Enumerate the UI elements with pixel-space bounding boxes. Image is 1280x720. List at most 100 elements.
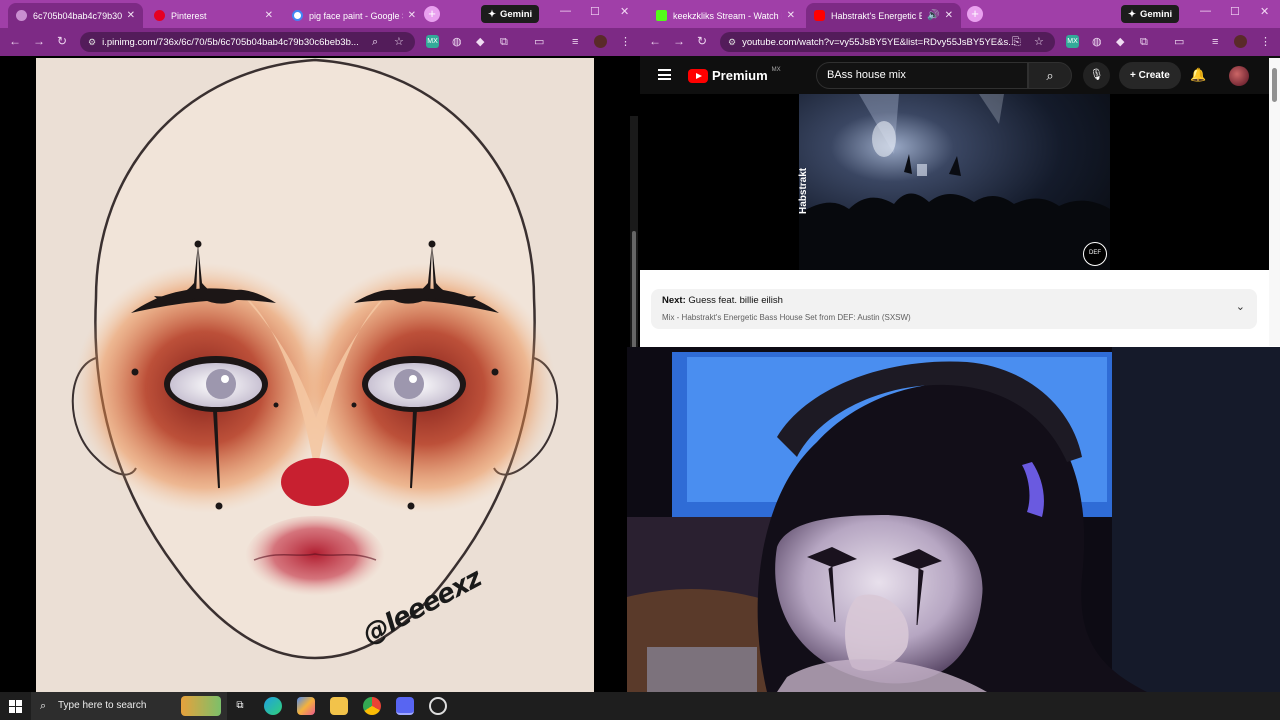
copilot-icon[interactable] [297,697,315,715]
close-icon[interactable]: ✕ [787,10,795,21]
address-bar[interactable]: ⚙ youtube.com/watch?v=vy55JsBY5YE&list=R… [720,32,1055,52]
sparkle-icon: ✦ [488,8,496,20]
pinterest-icon [154,10,165,21]
sparkle-icon: ✦ [1128,8,1136,20]
close-icon[interactable]: ✕ [408,10,416,21]
tab-strip: keekzkliks Stream - Watch Live ✕ Habstra… [640,0,1280,28]
edge-browser-icon[interactable] [264,697,282,715]
google-icon [292,10,303,21]
up-next-title-row: Next: Guess feat. billie eilish [662,295,783,306]
gemini-button[interactable]: ✦ Gemini [481,5,540,23]
chrome-icon[interactable] [363,697,381,715]
gemini-button[interactable]: ✦ Gemini [1121,5,1180,23]
media-icon[interactable]: ≡ [1212,35,1218,49]
account-avatar[interactable] [1229,66,1249,86]
youtube-icon [814,10,825,21]
search-icon: ⌕ [1046,68,1054,83]
taskbar-search-placeholder: Type here to search [58,700,147,711]
hamburger-menu-icon[interactable] [658,69,671,80]
bookmark-star-icon[interactable]: ☆ [1034,35,1044,49]
globe-icon [16,10,27,21]
extension-icon[interactable]: ◆ [1116,35,1124,49]
video-player[interactable]: Habstrakt DEF [640,94,1269,270]
windows-start-icon[interactable] [9,700,22,713]
cast-icon[interactable]: ⎘ [1012,35,1021,49]
maximize-icon[interactable]: ☐ [590,5,600,18]
reload-icon[interactable]: ↻ [697,34,707,48]
close-window-icon[interactable]: ✕ [620,5,629,18]
video-frame[interactable] [799,94,1110,270]
close-icon[interactable]: ✕ [945,10,953,21]
tab-google-search[interactable]: pig face paint - Google S ✕ [284,3,424,28]
next-title: Guess feat. billie eilish [688,295,783,306]
tab-title: pig face paint - Google S [309,10,403,21]
extension-icon[interactable]: ◍ [452,35,462,49]
menu-dots-icon[interactable]: ⋮ [1260,35,1271,49]
address-bar[interactable]: ⚙ i.pinimg.com/736x/6c/70/5b/6c705b04bab… [80,32,415,52]
obs-icon[interactable] [429,697,447,715]
extension-icon[interactable]: ◍ [1092,35,1102,49]
close-icon[interactable]: ✕ [265,10,273,21]
scrollbar-thumb[interactable] [1272,68,1277,102]
close-icon[interactable]: ✕ [127,10,135,21]
microphone-icon: 🎙 [1089,69,1104,81]
up-next-panel[interactable]: Next: Guess feat. billie eilish Mix - Ha… [651,289,1257,329]
puzzle-icon[interactable]: ⧉ [500,35,508,49]
menu-dots-icon[interactable]: ⋮ [620,35,631,49]
tab-title: Pinterest [171,10,207,21]
audio-icon[interactable]: 🔊 [927,10,939,21]
site-info-icon: ⚙ [728,36,737,47]
back-icon[interactable]: ← [649,34,661,48]
profile-avatar[interactable] [1234,35,1247,48]
task-view-icon[interactable]: ⧉ [231,697,249,715]
reload-icon[interactable]: ↻ [57,34,67,48]
chevron-down-icon[interactable]: ⌄ [1236,300,1245,313]
back-icon[interactable]: ← [9,34,21,48]
tab-youtube[interactable]: Habstrakt's Energetic Bass 🔊 ✕ [806,3,961,28]
sidepanel-icon[interactable]: ▭ [534,35,544,49]
maximize-icon[interactable]: ☐ [1230,5,1240,18]
tab-pinterest[interactable]: Pinterest ✕ [146,3,281,28]
bookmark-star-icon[interactable]: ☆ [394,35,404,49]
extension-icon[interactable]: ◆ [476,35,484,49]
tab-title: 6c705b04bab4c79b30c6b [33,10,122,21]
notifications-bell-icon[interactable]: 🔔 [1190,67,1206,83]
discord-icon[interactable] [396,697,414,715]
def-channel-logo: DEF [1083,242,1107,266]
tab-image[interactable]: 6c705b04bab4c79b30c6b ✕ [8,3,143,28]
search-icon: ⌕ [40,700,47,712]
playlist-name: Mix - Habstrakt's Energetic Bass House S… [662,313,911,322]
forward-icon[interactable]: → [33,34,45,48]
voice-search-button[interactable]: 🎙 [1083,62,1110,89]
extension-mx-icon[interactable]: MX [1066,35,1079,48]
minimize-icon[interactable]: — [560,5,571,17]
new-tab-button[interactable]: + [424,6,440,22]
search-input[interactable]: BAss house mix [816,62,1028,89]
plus-icon: + [1130,70,1139,81]
tab-strip: 6c705b04bab4c79b30c6b ✕ Pinterest ✕ pig … [0,0,640,28]
puzzle-icon[interactable]: ⧉ [1140,35,1148,49]
create-label: Create [1138,70,1170,81]
sidepanel-icon[interactable]: ▭ [1174,35,1184,49]
scrollbar[interactable] [1269,58,1280,346]
extension-mx-icon[interactable]: MX [426,35,439,48]
create-button[interactable]: + Create [1119,62,1181,89]
image-viewer: @leeeexz [0,56,640,692]
next-prefix: Next: [662,295,686,306]
video-watermark-text: Habstrakt [798,167,809,214]
media-icon[interactable]: ≡ [572,35,578,49]
profile-avatar[interactable] [594,35,607,48]
region-badge: MX [771,66,781,73]
close-window-icon[interactable]: ✕ [1260,5,1269,18]
minimize-icon[interactable]: — [1200,5,1211,17]
tab-kick-stream[interactable]: keekzkliks Stream - Watch Live ✕ [648,3,803,28]
search-button[interactable]: ⌕ [1028,62,1072,89]
forward-icon[interactable]: → [673,34,685,48]
new-tab-button[interactable]: + [967,6,983,22]
file-explorer-icon[interactable] [330,697,348,715]
gemini-label: Gemini [499,8,533,20]
youtube-header: Premium MX BAss house mix ⌕ 🎙 + Create 🔔 [640,56,1280,94]
taskbar-search-box[interactable]: ⌕ Type here to search [31,692,227,720]
zoom-icon[interactable]: ⌕ [372,35,378,49]
youtube-premium-logo[interactable]: Premium MX [688,66,781,83]
